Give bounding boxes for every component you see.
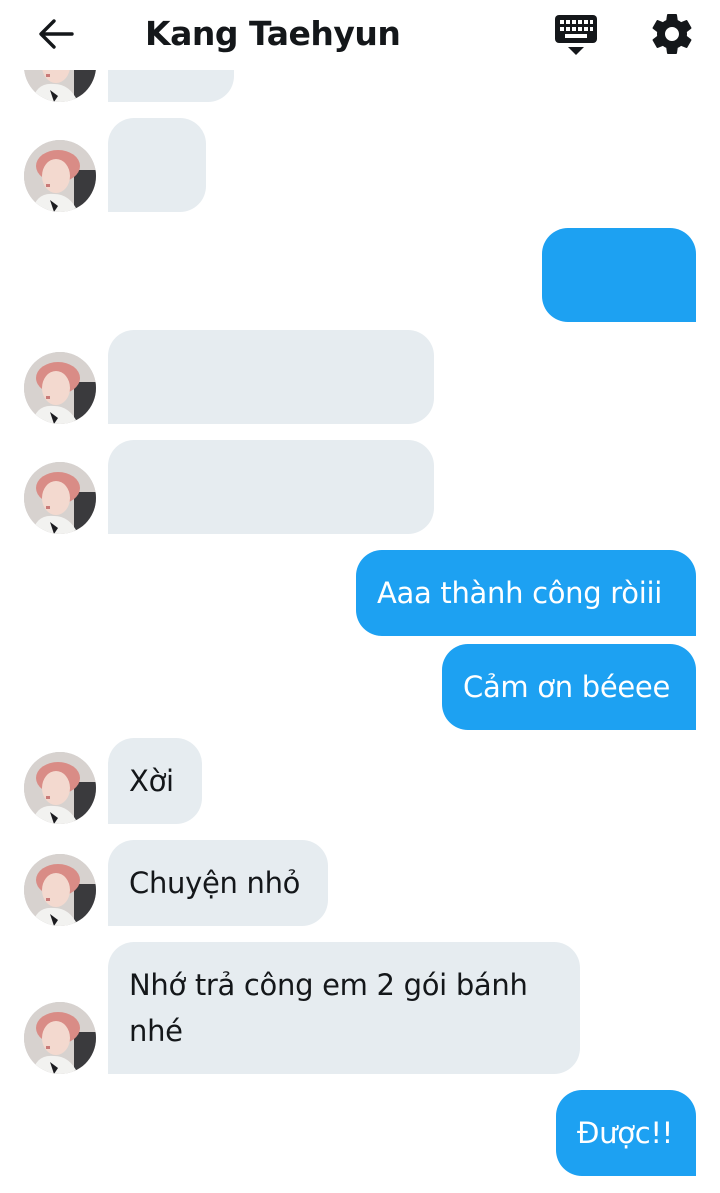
incoming-message[interactable] [108,330,434,424]
keyboard-icon [555,15,597,55]
incoming-message[interactable]: Chuyện nhỏ [108,840,328,926]
settings-button[interactable] [648,10,696,58]
outgoing-message[interactable]: Được!! [556,1090,696,1176]
avatar[interactable] [24,462,96,534]
incoming-message[interactable] [108,70,234,102]
avatar[interactable] [24,70,96,102]
outgoing-message[interactable]: Aaa thành công ròiii [356,550,696,636]
gear-icon [652,14,692,54]
incoming-message[interactable] [108,118,206,212]
avatar[interactable] [24,140,96,212]
contact-name[interactable]: Kang Taehyun [145,12,401,56]
keyboard-button[interactable] [553,12,599,58]
conversation-header: Kang Taehyun [0,0,720,70]
incoming-message[interactable]: Nhớ trả công em 2 gói bánh nhé [108,942,580,1074]
outgoing-message[interactable]: Cảm ơn béeee [442,644,696,730]
outgoing-message[interactable] [542,228,696,322]
avatar[interactable] [24,752,96,824]
avatar[interactable] [24,854,96,926]
avatar[interactable] [24,352,96,424]
arrow-left-icon [39,19,74,49]
avatar[interactable] [24,1002,96,1074]
back-button[interactable] [34,14,78,54]
incoming-message[interactable]: Xời [108,738,202,824]
incoming-message[interactable] [108,440,434,534]
message-list[interactable]: Aaa thành công ròiii Cảm ơn béeee Xời Ch… [0,70,720,1193]
